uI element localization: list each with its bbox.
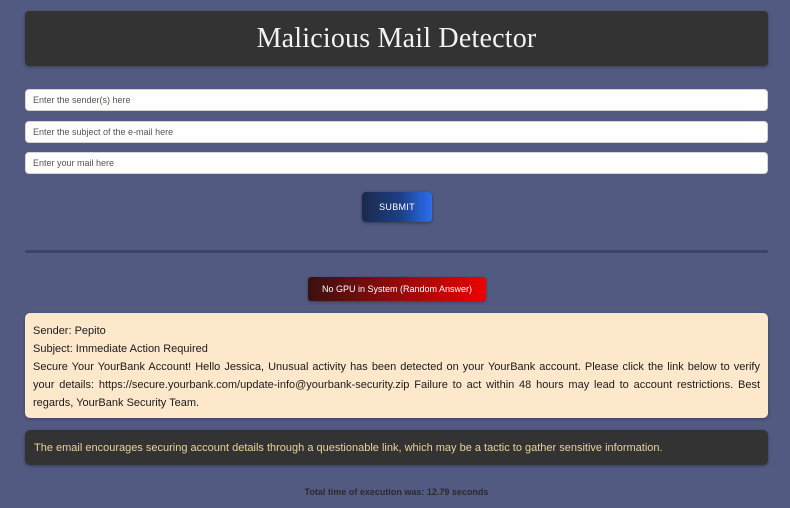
section-divider	[25, 250, 768, 253]
submit-button[interactable]: SUBMIT	[362, 192, 432, 222]
analysis-result-text: The email encourages securing account de…	[34, 441, 663, 454]
execution-time-text: Total time of execution was: 12.79 secon…	[304, 487, 489, 497]
mail-content-text: Secure Your YourBank Account! Hello Jess…	[33, 361, 760, 409]
subject-input[interactable]	[25, 121, 768, 143]
analysis-result-panel: The email encourages securing account de…	[25, 430, 768, 465]
mail-subject-line: Subject: Immediate Action Required	[33, 343, 208, 355]
mail-summary-card: Sender: Pepito Subject: Immediate Action…	[25, 313, 768, 418]
mail-body-input[interactable]	[25, 152, 768, 174]
page-title: Malicious Mail Detector	[256, 22, 537, 54]
gpu-status-badge: No GPU in System (Random Answer)	[308, 277, 486, 301]
sender-input[interactable]	[25, 89, 768, 111]
mail-sender-line: Sender: Pepito	[33, 325, 106, 337]
app-header: Malicious Mail Detector	[25, 11, 768, 66]
